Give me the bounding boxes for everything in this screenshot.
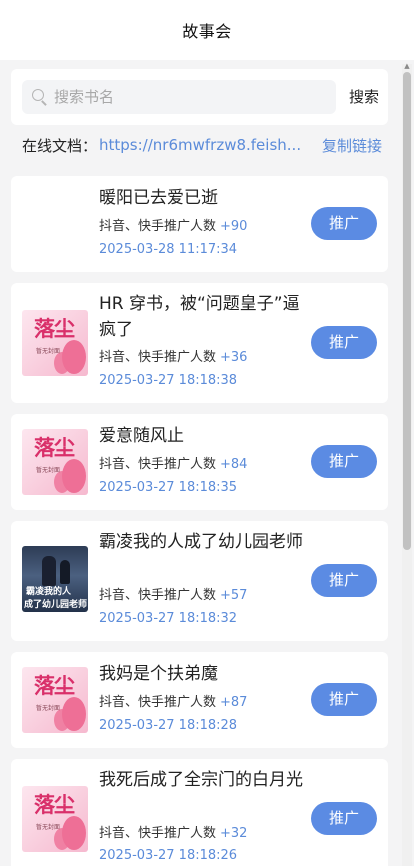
cover-title: 霸凌我的人 (26, 587, 72, 597)
online-doc-label: 在线文档： (22, 136, 98, 155)
book-date: 2025-03-27 18:18:32 (99, 611, 238, 626)
promo-count: +36 (220, 350, 248, 365)
promo-stat: 抖音、快手推广人数 +87 (99, 691, 247, 710)
promo-count: +84 (220, 457, 248, 472)
cover-title: 落尘 (34, 316, 75, 341)
promote-button[interactable]: 推广 (311, 802, 377, 835)
scroll-up-arrow-icon[interactable]: ▲ (403, 62, 411, 70)
book-title: 我妈是个扶弟魔 (99, 664, 218, 684)
cover-subtitle: 成了幼儿园老师 (24, 600, 88, 610)
book-date: 2025-03-27 18:18:35 (99, 480, 238, 495)
promote-button[interactable]: 推广 (311, 683, 377, 716)
book-title: 我死后成了全宗门的白月光 (99, 770, 303, 790)
book-card[interactable]: 落尘 暂无封面 我死后成了全宗门的白月光 抖音、快手推广人数 +32 2025-0… (11, 759, 388, 866)
book-date: 2025-03-28 11:17:34 (99, 242, 238, 257)
search-icon (32, 89, 48, 106)
book-cover: 霸凌我的人 成了幼儿园老师 (22, 546, 88, 612)
cover-subtitle: 暂无封面 (36, 705, 61, 712)
search-button[interactable]: 搜索 (346, 80, 382, 114)
promo-label: 抖音、快手推广人数 (99, 350, 217, 365)
promote-button[interactable]: 推广 (311, 564, 377, 597)
promote-button[interactable]: 推广 (311, 326, 377, 359)
promo-label: 抖音、快手推广人数 (99, 457, 217, 472)
book-date: 2025-03-27 18:18:28 (99, 718, 238, 733)
search-input[interactable] (54, 88, 324, 106)
cover-subtitle: 暂无封面 (36, 348, 61, 355)
promo-label: 抖音、快手推广人数 (99, 588, 217, 603)
book-card[interactable]: 暖阳已去爱已逝 抖音、快手推广人数 +90 2025-03-28 11:17:34… (11, 176, 388, 272)
promo-stat: 抖音、快手推广人数 +84 (99, 453, 247, 472)
book-title: 爱意随风止 (99, 426, 184, 446)
promo-label: 抖音、快手推广人数 (99, 826, 217, 841)
book-card[interactable]: 落尘 暂无封面 爱意随风止 抖音、快手推广人数 +84 2025-03-27 18… (11, 414, 388, 510)
promo-stat: 抖音、快手推广人数 +90 (99, 215, 247, 234)
book-cover: 落尘 暂无封面 (22, 429, 88, 495)
cover-title: 落尘 (34, 435, 75, 460)
book-title: HR 穿书，被“问题皇子”逼疯了 (99, 294, 300, 340)
promote-button[interactable]: 推广 (311, 207, 377, 240)
page-title: 故事会 (182, 22, 232, 41)
cover-subtitle: 暂无封面 (36, 824, 61, 831)
search-box[interactable] (22, 80, 336, 114)
book-card[interactable]: 落尘 暂无封面 HR 穿书，被“问题皇子”逼疯了 抖音、快手推广人数 +36 20… (11, 283, 388, 403)
book-cover: 落尘 暂无封面 (22, 667, 88, 733)
search-card: 搜索 (11, 69, 388, 125)
copy-link-button[interactable]: 复制链接 (322, 135, 382, 156)
cover-title: 落尘 (34, 792, 75, 817)
promo-count: +57 (220, 588, 248, 603)
cover-title: 落尘 (34, 673, 75, 698)
promo-stat: 抖音、快手推广人数 +32 (99, 822, 247, 841)
promo-count: +90 (220, 219, 248, 234)
book-title: 暖阳已去爱已逝 (99, 188, 218, 208)
main-content[interactable]: 搜索 在线文档： https://nr6mwfrzw8.feish... 复制链… (0, 60, 414, 866)
book-cover: 落尘 暂无封面 (22, 310, 88, 376)
promo-stat: 抖音、快手推广人数 +57 (99, 584, 247, 603)
scrollbar-thumb[interactable] (403, 72, 411, 550)
promo-stat: 抖音、快手推广人数 +36 (99, 346, 247, 365)
book-date: 2025-03-27 18:18:26 (99, 848, 238, 863)
online-doc-row: 在线文档： https://nr6mwfrzw8.feish... 复制链接 (22, 134, 382, 156)
online-doc-link[interactable]: https://nr6mwfrzw8.feish... (99, 136, 303, 154)
promo-count: +87 (220, 695, 248, 710)
cover-subtitle: 暂无封面 (36, 467, 61, 474)
promo-label: 抖音、快手推广人数 (99, 219, 217, 234)
promo-label: 抖音、快手推广人数 (99, 695, 217, 710)
book-card[interactable]: 落尘 暂无封面 我妈是个扶弟魔 抖音、快手推广人数 +87 2025-03-27 … (11, 652, 388, 748)
book-date: 2025-03-27 18:18:38 (99, 373, 238, 388)
app-header: 故事会 (0, 0, 414, 60)
promo-count: +32 (220, 826, 248, 841)
book-cover: 落尘 暂无封面 (22, 786, 88, 852)
book-card[interactable]: 霸凌我的人 成了幼儿园老师 霸凌我的人成了幼儿园老师 抖音、快手推广人数 +57 … (11, 521, 388, 641)
book-title: 霸凌我的人成了幼儿园老师 (99, 532, 303, 552)
promote-button[interactable]: 推广 (311, 445, 377, 478)
